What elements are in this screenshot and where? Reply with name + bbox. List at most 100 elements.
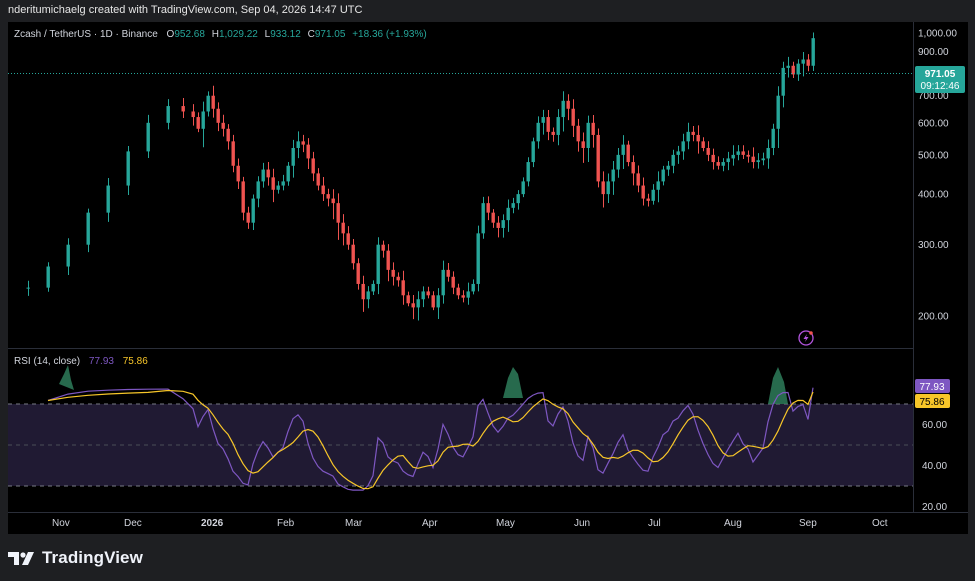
candle-body <box>386 250 390 270</box>
candle-body <box>261 169 265 182</box>
candle-body <box>536 122 540 142</box>
candle-body <box>606 181 610 195</box>
candle-body <box>321 185 325 195</box>
candle-body <box>391 269 395 277</box>
price-pane[interactable] <box>8 22 913 348</box>
candle-body <box>581 141 585 148</box>
candle-body <box>291 147 295 166</box>
candle-body <box>561 100 565 118</box>
candle-body <box>396 276 400 281</box>
candle-body <box>496 222 500 228</box>
candle-body <box>191 111 195 118</box>
candle-body <box>671 154 675 166</box>
legend-high: 1,029.22 <box>219 29 258 40</box>
price-badge: 971.05 09:12:46 <box>915 66 965 93</box>
candle-body <box>326 194 330 199</box>
attribution-text: nderitumichaelg created with TradingView… <box>8 4 363 16</box>
rsi-legend-ma: 75.86 <box>123 356 148 367</box>
candle-body <box>761 158 765 161</box>
time-tick-label: May <box>496 518 515 529</box>
time-tick-label: Aug <box>724 518 742 529</box>
candle-body <box>361 283 365 300</box>
candle-body <box>281 181 285 186</box>
candle-body <box>306 144 310 159</box>
candle-body <box>351 244 355 264</box>
time-tick-label: 2026 <box>201 518 224 529</box>
rsi-legend: RSI (14, close) 77.93 75.86 <box>14 356 148 367</box>
candle-body <box>516 194 520 204</box>
price-badge-countdown: 09:12:46 <box>921 81 960 92</box>
rsi-ma-badge: 75.86 <box>915 394 950 408</box>
candle-body <box>781 67 785 96</box>
candle-body <box>631 162 635 174</box>
time-tick-label: Feb <box>277 518 295 529</box>
candle-body <box>476 233 480 284</box>
candle-body <box>656 181 660 190</box>
time-tick-label: Sep <box>799 518 817 529</box>
candle-body <box>411 303 415 308</box>
candle-body <box>616 154 620 170</box>
rsi-ma-badge-value: 75.86 <box>919 397 944 408</box>
candle-body <box>501 220 505 228</box>
candle-body <box>756 160 760 163</box>
candle-body <box>296 141 300 148</box>
candle-body <box>381 244 385 251</box>
candle-body <box>446 269 450 277</box>
candle-body <box>726 158 730 163</box>
candle-body <box>211 95 215 109</box>
time-tick-label: Nov <box>52 518 70 529</box>
candle-body <box>696 134 700 142</box>
price-tick-label: 600.00 <box>918 118 949 129</box>
price-tick-label: 200.00 <box>918 312 949 323</box>
price-chart-svg[interactable]: 200.00300.00400.00500.00600.00700.00800.… <box>8 22 968 534</box>
candle-body <box>636 173 640 186</box>
candle-body <box>716 162 720 166</box>
candle-body <box>666 165 670 170</box>
candle-body <box>226 128 230 142</box>
price-tick-label: 900.00 <box>918 47 949 58</box>
screenshot-frame: nderitumichaelg created with TradingView… <box>0 0 975 581</box>
candle-body <box>711 154 715 163</box>
candle-body <box>686 131 690 142</box>
chart-area[interactable]: 200.00300.00400.00500.00600.00700.00800.… <box>8 22 968 534</box>
candle-body <box>251 198 255 223</box>
candle-body <box>701 141 705 148</box>
candle-body <box>691 131 695 135</box>
candle-body <box>356 263 360 284</box>
price-tick-label: 500.00 <box>918 150 949 161</box>
legend-close: 971.05 <box>315 29 346 40</box>
candle-body <box>736 151 740 155</box>
candle-body <box>601 181 605 195</box>
candle-body <box>771 128 775 148</box>
candle-body <box>311 158 315 174</box>
candle-body <box>246 212 250 223</box>
candle-body <box>236 165 240 182</box>
candle-body <box>221 122 225 129</box>
candle-body <box>256 181 260 199</box>
candle-body <box>731 154 735 159</box>
candle-body <box>86 212 90 245</box>
candle-body <box>526 162 530 182</box>
candle-body <box>676 151 680 155</box>
time-tick-label: Mar <box>345 518 363 529</box>
candle-body <box>596 134 600 182</box>
candle-body <box>646 198 650 201</box>
candle-body <box>591 122 595 135</box>
candle-body <box>436 295 440 308</box>
candle-body <box>241 181 245 213</box>
candle-body <box>441 269 445 296</box>
tradingview-logo[interactable]: TradingView <box>8 547 143 569</box>
candle-body <box>146 122 150 152</box>
candle-body <box>331 198 335 204</box>
candle-body <box>551 131 555 135</box>
candle-body <box>546 117 550 132</box>
candle-body <box>366 291 370 300</box>
time-tick-label: Dec <box>124 518 142 529</box>
candle-body <box>231 141 235 166</box>
rsi-tick-label: 20.00 <box>922 502 947 513</box>
candle-body <box>166 106 170 123</box>
candle-body <box>26 287 30 289</box>
candle-body <box>706 147 710 155</box>
candle-body <box>276 185 280 190</box>
candle-body <box>66 244 70 267</box>
